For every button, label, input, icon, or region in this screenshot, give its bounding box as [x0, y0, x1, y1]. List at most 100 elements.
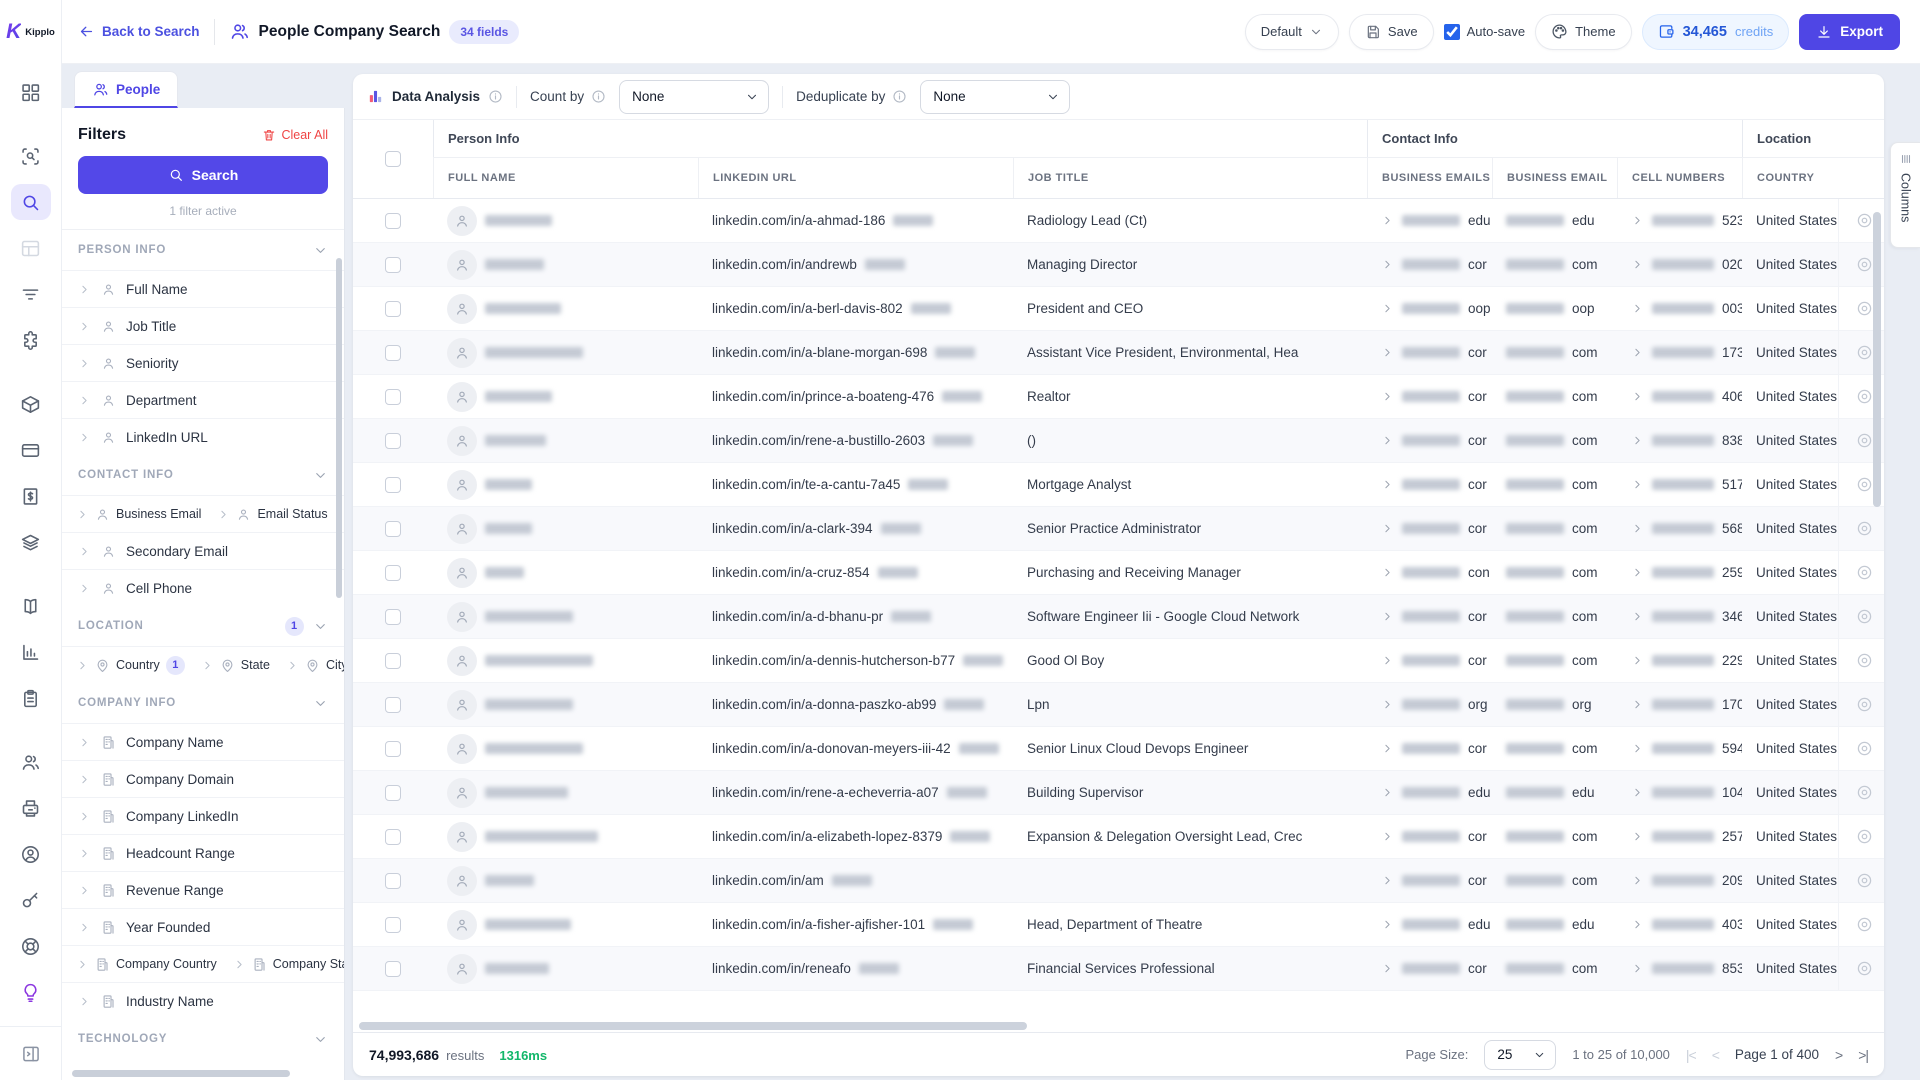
collapse-sidebar-icon[interactable]: [0, 1026, 61, 1080]
filter-row-company-name[interactable]: Company Name: [62, 723, 344, 760]
cell-numbers-cell[interactable]: 003: [1617, 287, 1742, 330]
previous-page-button[interactable]: <: [1712, 1047, 1720, 1063]
billing-receipt-icon[interactable]: [11, 478, 51, 514]
filters-vertical-scrollbar[interactable]: [336, 258, 342, 598]
credits-pill[interactable]: 34,465 credits: [1641, 13, 1790, 50]
row-preview-button[interactable]: [1838, 947, 1884, 990]
cell-numbers-cell[interactable]: 406: [1617, 375, 1742, 418]
filters-horizontal-scrollbar[interactable]: [72, 1070, 290, 1077]
linkedin-url-cell[interactable]: linkedin.com/in/a-fisher-ajfisher-101: [698, 903, 1013, 946]
linkedin-url-cell[interactable]: linkedin.com/in/prince-a-boateng-476: [698, 375, 1013, 418]
row-checkbox[interactable]: [385, 564, 401, 581]
row-checkbox[interactable]: [385, 344, 401, 361]
table-view-icon[interactable]: [11, 230, 51, 266]
linkedin-url-cell[interactable]: linkedin.com/in/a-berl-davis-802: [698, 287, 1013, 330]
autosave-checkbox[interactable]: [1443, 23, 1460, 40]
cell-numbers-cell[interactable]: 594: [1617, 727, 1742, 770]
filter-section-header-location[interactable]: LOCATION 1: [62, 606, 344, 646]
filter-row-industry-name[interactable]: Industry Name: [62, 982, 344, 1019]
row-checkbox[interactable]: [385, 432, 401, 449]
business-emails-cell[interactable]: cor: [1367, 815, 1492, 858]
api-key-icon[interactable]: [11, 882, 51, 918]
table-vertical-scrollbar[interactable]: [1873, 212, 1881, 507]
last-page-button[interactable]: >|: [1858, 1047, 1869, 1063]
next-page-button[interactable]: >: [1835, 1047, 1843, 1063]
analytics-chart-icon[interactable]: [11, 634, 51, 670]
linkedin-url-cell[interactable]: linkedin.com/in/a-donna-paszko-ab99: [698, 683, 1013, 726]
filter-section-header-company-info[interactable]: COMPANY INFO: [62, 683, 344, 723]
business-emails-cell[interactable]: cor: [1367, 595, 1492, 638]
row-checkbox[interactable]: [385, 916, 401, 933]
select-all-checkbox[interactable]: [385, 151, 401, 167]
filter-row-linkedin-url[interactable]: LinkedIn URL: [62, 418, 344, 455]
row-preview-button[interactable]: [1838, 903, 1884, 946]
row-checkbox[interactable]: [385, 256, 401, 273]
row-preview-button[interactable]: [1838, 771, 1884, 814]
cell-numbers-cell[interactable]: 853: [1617, 947, 1742, 990]
row-preview-button[interactable]: [1838, 683, 1884, 726]
column-header-linkedin-url[interactable]: LINKEDIN URL: [698, 158, 1013, 198]
layers-icon[interactable]: [11, 524, 51, 560]
filter-row-cell-phone[interactable]: Cell Phone: [62, 569, 344, 606]
first-page-button[interactable]: |<: [1686, 1047, 1697, 1063]
cell-numbers-cell[interactable]: 020: [1617, 243, 1742, 286]
filter-icon[interactable]: [11, 276, 51, 312]
linkedin-url-cell[interactable]: linkedin.com/in/a-donovan-meyers-iii-42: [698, 727, 1013, 770]
filter-chip-business-email[interactable]: Business Email: [68, 507, 209, 522]
column-header-business-email[interactable]: BUSINESS EMAIL: [1492, 158, 1617, 198]
docs-book-icon[interactable]: [11, 588, 51, 624]
business-emails-cell[interactable]: cor: [1367, 243, 1492, 286]
integrations-puzzle-icon[interactable]: [11, 322, 51, 358]
data-analysis-button[interactable]: Data Analysis: [367, 88, 503, 105]
cell-numbers-cell[interactable]: 229: [1617, 639, 1742, 682]
filter-section-header-technology[interactable]: TECHNOLOGY: [62, 1019, 344, 1059]
business-emails-cell[interactable]: org: [1367, 683, 1492, 726]
credit-card-icon[interactable]: [11, 432, 51, 468]
filter-chip-email-status[interactable]: Email Status: [209, 507, 335, 522]
cell-numbers-cell[interactable]: 568: [1617, 507, 1742, 550]
row-checkbox[interactable]: [385, 476, 401, 493]
cell-numbers-cell[interactable]: 209: [1617, 859, 1742, 902]
row-preview-button[interactable]: [1838, 639, 1884, 682]
row-preview-button[interactable]: [1838, 507, 1884, 550]
filter-section-header-person-info[interactable]: PERSON INFO: [62, 230, 344, 270]
column-header-country[interactable]: COUNTRY: [1742, 158, 1838, 198]
cell-numbers-cell[interactable]: 523: [1617, 199, 1742, 242]
business-emails-cell[interactable]: cor: [1367, 331, 1492, 374]
filter-row-department[interactable]: Department: [62, 381, 344, 418]
filter-row-headcount-range[interactable]: Headcount Range: [62, 834, 344, 871]
cell-numbers-cell[interactable]: 838: [1617, 419, 1742, 462]
view-selector-dropdown[interactable]: Default: [1244, 13, 1339, 50]
ideas-lightbulb-icon[interactable]: [11, 974, 51, 1010]
filter-section-header-contact-info[interactable]: CONTACT INFO: [62, 455, 344, 495]
row-preview-button[interactable]: [1838, 815, 1884, 858]
deduplicate-select[interactable]: None: [920, 79, 1071, 114]
filter-chip-city[interactable]: City: [278, 658, 344, 673]
export-button[interactable]: Export: [1799, 13, 1900, 50]
row-checkbox[interactable]: [385, 696, 401, 713]
filter-row-job-title[interactable]: Job Title: [62, 307, 344, 344]
business-emails-cell[interactable]: edu: [1367, 903, 1492, 946]
business-emails-cell[interactable]: edu: [1367, 771, 1492, 814]
table-horizontal-scrollbar[interactable]: [359, 1021, 1028, 1030]
dashboard-icon[interactable]: [11, 74, 51, 110]
filter-chip-company-country[interactable]: Company Country: [68, 957, 225, 972]
linkedin-url-cell[interactable]: linkedin.com/in/andrewb: [698, 243, 1013, 286]
row-preview-button[interactable]: [1838, 595, 1884, 638]
row-checkbox[interactable]: [385, 608, 401, 625]
linkedin-url-cell[interactable]: linkedin.com/in/a-cruz-854: [698, 551, 1013, 594]
row-checkbox[interactable]: [385, 872, 401, 889]
linkedin-url-cell[interactable]: linkedin.com/in/a-dennis-hutcherson-b77: [698, 639, 1013, 682]
column-header-full-name[interactable]: FULL NAME: [433, 158, 698, 198]
filter-row-seniority[interactable]: Seniority: [62, 344, 344, 381]
support-lifebuoy-icon[interactable]: [11, 928, 51, 964]
columns-panel-tab[interactable]: Columns: [1890, 142, 1920, 248]
cell-numbers-cell[interactable]: 257: [1617, 815, 1742, 858]
filter-row-secondary-email[interactable]: Secondary Email: [62, 532, 344, 569]
fax-icon[interactable]: [11, 790, 51, 826]
linkedin-url-cell[interactable]: linkedin.com/in/rene-a-echeverria-a07: [698, 771, 1013, 814]
row-preview-button[interactable]: [1838, 727, 1884, 770]
business-emails-cell[interactable]: cor: [1367, 947, 1492, 990]
row-checkbox[interactable]: [385, 828, 401, 845]
row-preview-button[interactable]: [1838, 859, 1884, 902]
